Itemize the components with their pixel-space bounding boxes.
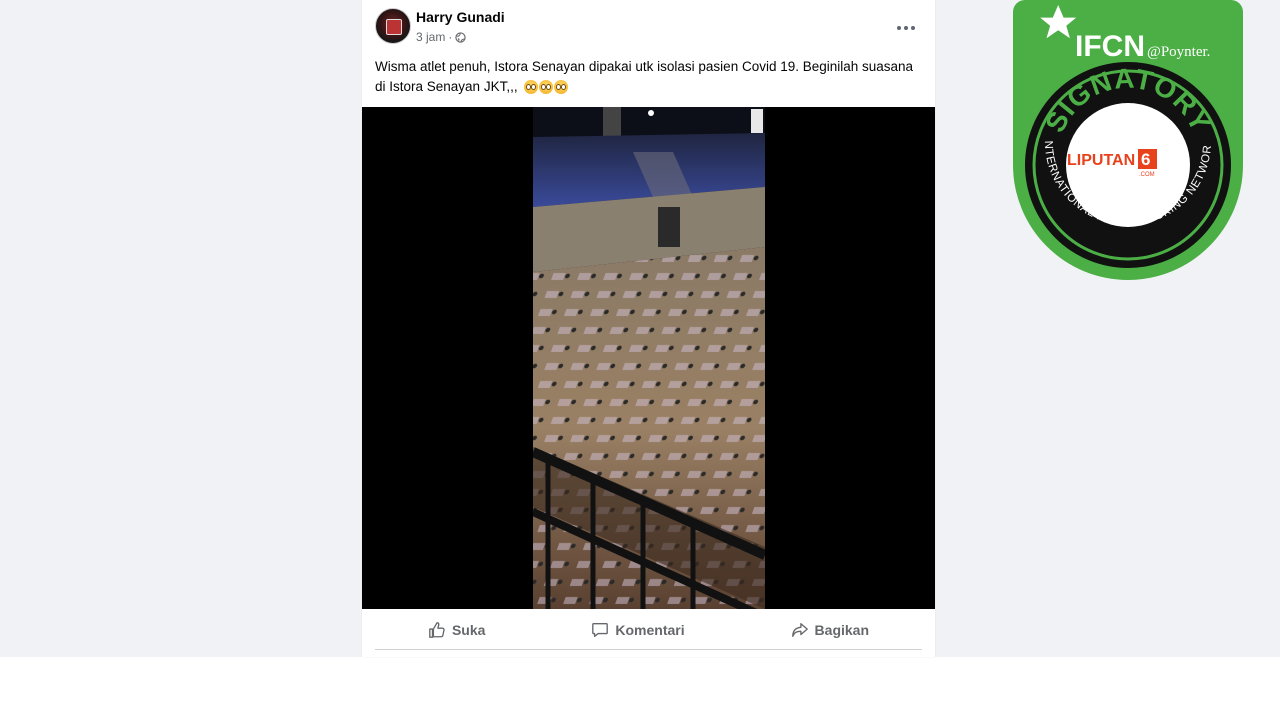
globe-icon bbox=[455, 31, 467, 43]
post-action-bar: Suka Komentari Bagikan bbox=[375, 612, 922, 648]
facebook-post-card: Harry Gunadi 3 jam · Wisma atlet penuh, … bbox=[362, 0, 935, 657]
comment-label: Komentari bbox=[615, 622, 685, 638]
share-label: Bagikan bbox=[814, 622, 870, 638]
post-text-content: Wisma atlet penuh, Istora Senayan dipaka… bbox=[375, 59, 914, 94]
member-logo-digit: 6 bbox=[1141, 150, 1150, 169]
emoji-group bbox=[524, 80, 569, 95]
action-divider bbox=[375, 649, 922, 650]
page-bottom-area bbox=[0, 657, 1280, 720]
ifcn-signatory-badge: IFCN @Poynter. SIGNATORY INTERNATIONAL F… bbox=[1013, 0, 1243, 280]
post-meta: 3 jam · bbox=[416, 30, 467, 44]
share-button[interactable]: Bagikan bbox=[775, 617, 885, 643]
flushed-emoji-icon bbox=[524, 80, 539, 95]
post-text: Wisma atlet penuh, Istora Senayan dipaka… bbox=[375, 57, 925, 97]
post-header: Harry Gunadi 3 jam · bbox=[362, 0, 935, 56]
post-timestamp[interactable]: 3 jam bbox=[416, 30, 445, 44]
poynter-wordmark: @Poynter. bbox=[1147, 44, 1210, 60]
share-icon bbox=[791, 621, 809, 639]
ifcn-wordmark: IFCN bbox=[1075, 30, 1145, 63]
post-video[interactable] bbox=[362, 107, 935, 609]
like-button[interactable]: Suka bbox=[412, 617, 501, 643]
video-frame bbox=[533, 107, 765, 609]
more-options-icon bbox=[897, 26, 901, 30]
author-avatar[interactable] bbox=[375, 8, 411, 44]
member-logo-suffix: .COM bbox=[1139, 172, 1155, 178]
flushed-emoji-icon bbox=[554, 80, 569, 95]
avatar-image bbox=[386, 19, 402, 35]
like-label: Suka bbox=[451, 622, 486, 638]
author-name[interactable]: Harry Gunadi bbox=[416, 9, 505, 25]
meta-separator: · bbox=[448, 30, 453, 44]
comment-button[interactable]: Komentari bbox=[575, 617, 700, 643]
flushed-emoji-icon bbox=[539, 80, 554, 95]
more-options-button[interactable] bbox=[894, 18, 918, 38]
thumbs-up-icon bbox=[428, 621, 446, 639]
comment-icon bbox=[591, 621, 609, 639]
member-logo-text: LIPUTAN bbox=[1067, 152, 1135, 169]
